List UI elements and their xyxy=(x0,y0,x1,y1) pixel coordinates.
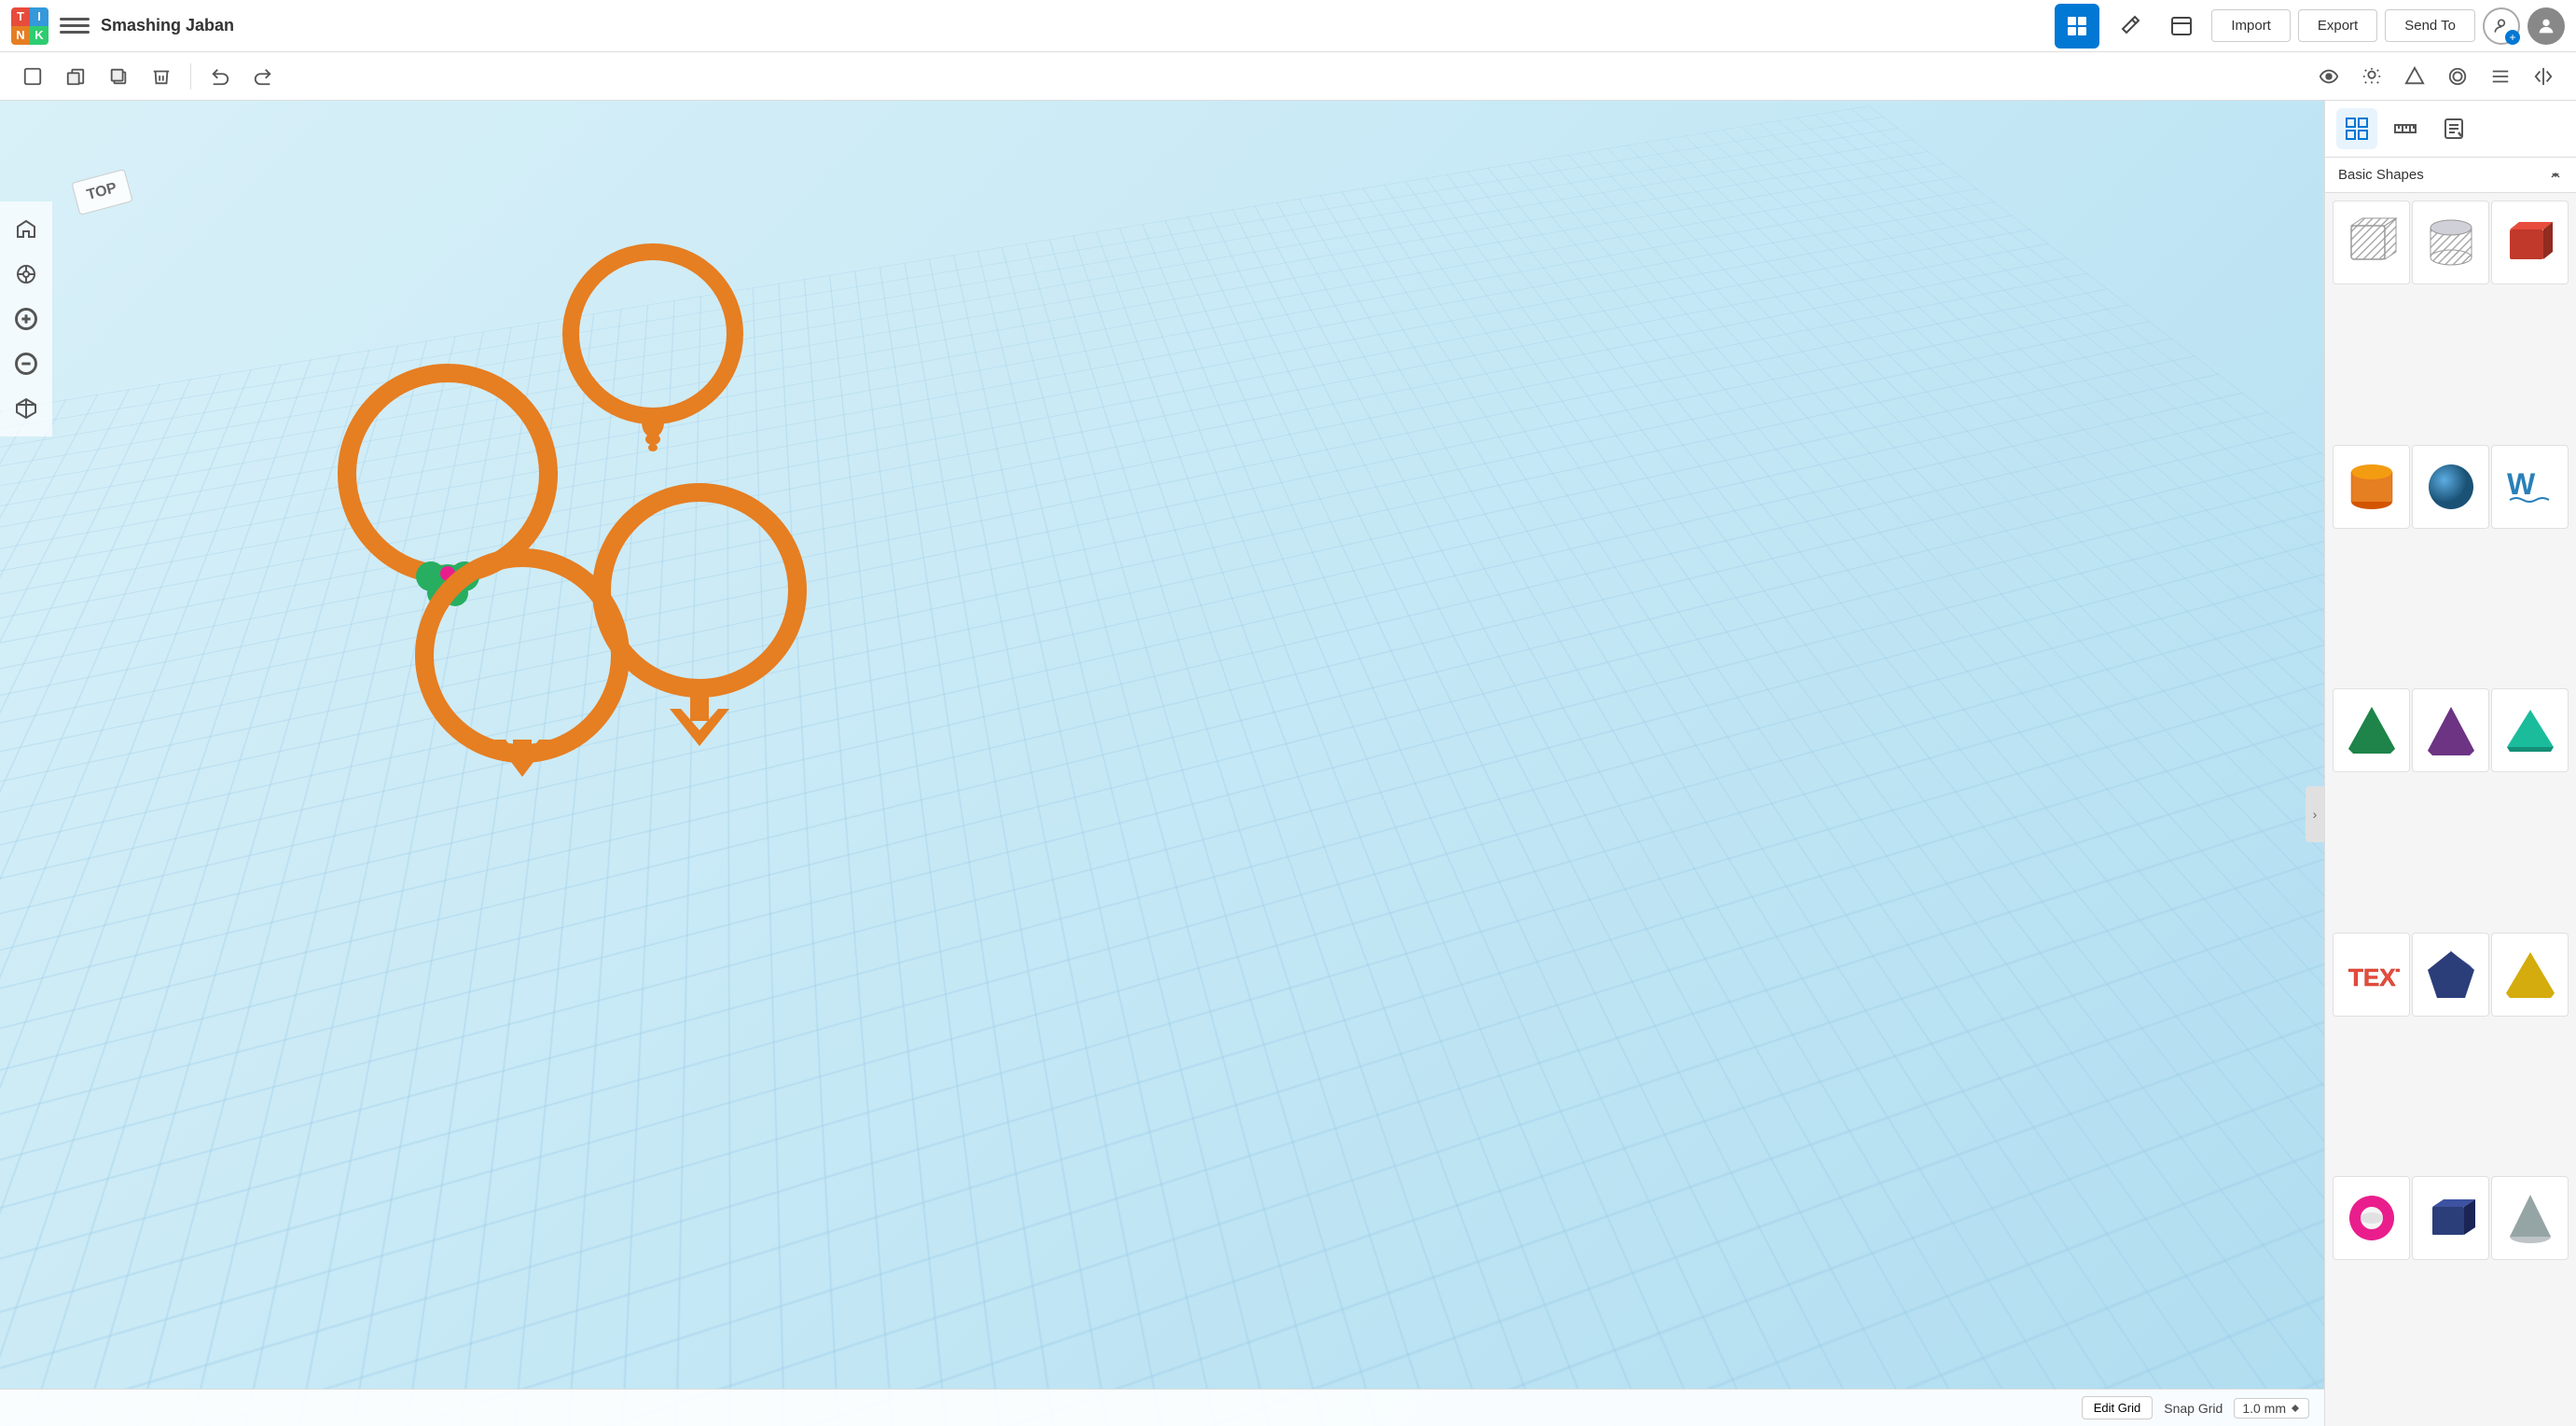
ring-shape-3[interactable] xyxy=(424,558,620,777)
3d-view-button[interactable] xyxy=(6,388,47,429)
dropdown-chevron-icon xyxy=(2548,168,2563,183)
panel-collapse-handle[interactable]: › xyxy=(2306,786,2324,842)
user-avatar[interactable] xyxy=(2528,7,2565,45)
left-sidebar xyxy=(0,201,52,436)
svg-text:W: W xyxy=(2507,467,2536,501)
logo-i: I xyxy=(30,7,48,26)
chevron-up-down-icon xyxy=(2290,1403,2301,1414)
shape-pyramid-green[interactable] xyxy=(2333,688,2410,772)
tab-notes[interactable] xyxy=(2433,108,2474,149)
logo-k: K xyxy=(30,26,48,45)
top-nav: T I N K Smashing Jaban Import Export xyxy=(0,0,2576,52)
shape-box-hole[interactable] xyxy=(2333,201,2410,284)
eye-view-button[interactable] xyxy=(2311,59,2347,94)
shape-prism-blue[interactable] xyxy=(2412,933,2489,1017)
circle-tool-button[interactable] xyxy=(2440,59,2475,94)
zoom-in-button[interactable] xyxy=(6,298,47,339)
shape-pyramid-purple[interactable] xyxy=(2412,688,2489,772)
shape-text-3d[interactable]: TEXT xyxy=(2333,933,2410,1017)
ring-shape-1[interactable] xyxy=(571,252,735,451)
tinkercad-logo[interactable]: T I N K xyxy=(11,7,48,45)
gallery-button[interactable] xyxy=(2159,4,2204,48)
import-button[interactable]: Import xyxy=(2211,9,2291,42)
menu-button[interactable] xyxy=(60,11,90,41)
main-layout: TOP xyxy=(0,101,2576,1426)
duplicate-button[interactable] xyxy=(101,59,136,94)
shape-cylinder-solid[interactable] xyxy=(2333,445,2410,529)
shape-cylinder-hole[interactable] xyxy=(2412,201,2489,284)
shape-sphere[interactable] xyxy=(2412,445,2489,529)
delete-button[interactable] xyxy=(144,59,179,94)
shape-wedge[interactable] xyxy=(2491,688,2569,772)
zoom-out-button[interactable] xyxy=(6,343,47,384)
shapes-category-dropdown[interactable]: Basic Shapes xyxy=(2325,158,2576,193)
shapes-category-label: Basic Shapes xyxy=(2338,167,2424,183)
shape-cone-grey[interactable] xyxy=(2491,1176,2569,1260)
logo-n: N xyxy=(11,26,30,45)
toolbar-right xyxy=(2311,59,2561,94)
export-button[interactable]: Export xyxy=(2298,9,2377,42)
snap-grid-label: Snap Grid xyxy=(2164,1401,2223,1416)
panel-tabs xyxy=(2325,101,2576,158)
new-design-button[interactable] xyxy=(15,59,50,94)
right-panel: Basic Shapes xyxy=(2324,101,2576,1426)
snap-grid-number: 1.0 mm xyxy=(2242,1401,2286,1416)
shape-text-wave[interactable]: W xyxy=(2491,445,2569,529)
grid-view-button[interactable] xyxy=(2055,4,2099,48)
shapes-grid: W xyxy=(2325,193,2576,1426)
toolbar xyxy=(0,52,2576,101)
svg-text:TEXT: TEXT xyxy=(2348,963,2400,991)
project-name: Smashing Jaban xyxy=(101,16,234,35)
canvas-objects xyxy=(0,101,2324,1426)
ring-shape-2[interactable] xyxy=(347,373,548,606)
shape-box-solid[interactable] xyxy=(2491,201,2569,284)
mirror-button[interactable] xyxy=(2526,59,2561,94)
shape-torus-pink[interactable] xyxy=(2333,1176,2410,1260)
snap-grid-value[interactable]: 1.0 mm xyxy=(2234,1398,2309,1419)
tab-ruler[interactable] xyxy=(2385,108,2426,149)
canvas-area[interactable]: TOP xyxy=(0,101,2324,1426)
shape-pyramid-yellow[interactable] xyxy=(2491,933,2569,1017)
logo-t: T xyxy=(11,7,30,26)
align-button[interactable] xyxy=(2483,59,2518,94)
tab-grid[interactable] xyxy=(2336,108,2377,149)
edit-grid-button[interactable]: Edit Grid xyxy=(2082,1396,2154,1419)
nav-right: Import Export Send To xyxy=(2055,4,2565,48)
home-view-button[interactable] xyxy=(6,209,47,250)
shape-cube-navy[interactable] xyxy=(2412,1176,2489,1260)
hammer-button[interactable] xyxy=(2107,4,2152,48)
snap-grid-bar: Edit Grid Snap Grid 1.0 mm xyxy=(0,1389,2324,1426)
undo-button[interactable] xyxy=(202,59,238,94)
paste-button[interactable] xyxy=(58,59,93,94)
fit-view-button[interactable] xyxy=(6,254,47,295)
add-user-button[interactable] xyxy=(2483,7,2520,45)
ring-shape-4[interactable] xyxy=(602,492,797,746)
light-button[interactable] xyxy=(2354,59,2389,94)
send-to-button[interactable]: Send To xyxy=(2385,9,2475,42)
shape-tool-button[interactable] xyxy=(2397,59,2432,94)
redo-button[interactable] xyxy=(245,59,281,94)
toolbar-sep-1 xyxy=(190,63,191,90)
